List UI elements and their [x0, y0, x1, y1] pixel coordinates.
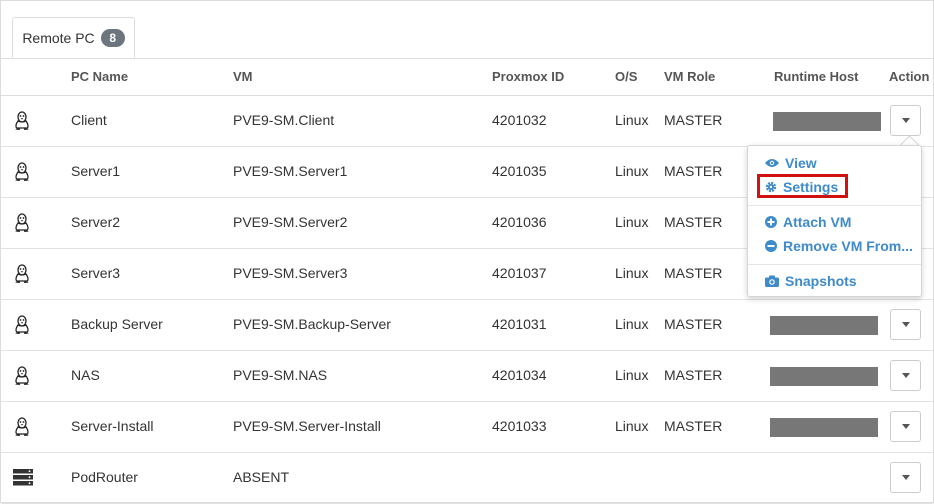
- runtime-host-redacted: [770, 316, 878, 335]
- column-header-pc-name[interactable]: PC Name: [71, 69, 128, 84]
- vm-cell: PVE9-SM.Server-Install: [233, 418, 381, 434]
- table-row[interactable]: NAS PVE9-SM.NAS 4201034 Linux MASTER: [1, 351, 933, 402]
- caret-down-icon: [901, 118, 910, 123]
- table-row[interactable]: Backup Server PVE9-SM.Backup-Server 420103…: [1, 300, 933, 351]
- proxmox-id-cell: 4201037: [492, 265, 547, 281]
- menu-divider: [748, 264, 921, 265]
- linux-penguin-icon: [13, 213, 31, 233]
- action-dropdown-menu: View Settings Attach VM Remove VM From..…: [747, 145, 922, 297]
- os-cell: Linux: [615, 163, 649, 179]
- menu-item-snapshots-label: Snapshots: [785, 273, 857, 289]
- linux-penguin-icon: [13, 417, 31, 437]
- menu-item-remove-vm[interactable]: Remove VM From...: [765, 238, 913, 254]
- minus-circle-icon: [765, 240, 777, 252]
- vm-cell: PVE9-SM.Server2: [233, 214, 348, 230]
- vm-role-cell: MASTER: [664, 316, 723, 332]
- table-row[interactable]: Server-Install PVE9-SM.Server-Install 4201…: [1, 402, 933, 453]
- column-header-vm-role[interactable]: VM Role: [664, 69, 715, 84]
- os-cell: Linux: [615, 367, 649, 383]
- camera-icon: [765, 275, 779, 287]
- proxmox-id-cell: 4201034: [492, 367, 547, 383]
- caret-down-icon: [901, 424, 910, 429]
- tab-count-badge: 8: [100, 28, 125, 47]
- vm-role-cell: MASTER: [664, 214, 723, 230]
- runtime-host-redacted: [773, 112, 881, 131]
- vm-cell: PVE9-SM.Server3: [233, 265, 348, 281]
- proxmox-id-cell: 4201035: [492, 163, 547, 179]
- pc-name-cell: Backup Server: [71, 316, 163, 332]
- vm-cell: ABSENT: [233, 469, 290, 485]
- menu-divider: [748, 205, 921, 206]
- tab-remote-pc[interactable]: Remote PC 8: [12, 17, 135, 58]
- linux-penguin-icon: [13, 111, 31, 131]
- pc-name-cell: Server2: [71, 214, 121, 230]
- menu-item-attach-vm[interactable]: Attach VM: [765, 214, 851, 230]
- server-rack-icon: [13, 468, 33, 488]
- column-header-vm[interactable]: VM: [233, 69, 253, 84]
- vm-role-cell: MASTER: [664, 265, 723, 281]
- menu-item-snapshots[interactable]: Snapshots: [765, 273, 857, 289]
- vm-role-cell: MASTER: [664, 367, 723, 383]
- menu-item-attach-vm-label: Attach VM: [783, 214, 852, 230]
- pc-name-cell: Server3: [71, 265, 121, 281]
- table-header: PC Name VM Proxmox ID O/S VM Role Runtim…: [1, 58, 933, 96]
- os-cell: Linux: [615, 265, 649, 281]
- linux-penguin-icon: [13, 366, 31, 386]
- pc-name-cell: PodRouter: [71, 469, 138, 485]
- vm-cell: PVE9-SM.Backup-Server: [233, 316, 391, 332]
- tab-bar: Remote PC 8: [1, 1, 933, 59]
- pc-name-cell: Server-Install: [71, 418, 154, 434]
- table-row[interactable]: Client PVE9-SM.Client 4201032 Linux MASTER: [1, 96, 933, 147]
- proxmox-id-cell: 4201033: [492, 418, 547, 434]
- pc-name-cell: Client: [71, 112, 107, 128]
- vm-cell: PVE9-SM.Client: [233, 112, 335, 128]
- proxmox-id-cell: 4201032: [492, 112, 547, 128]
- action-dropdown-button[interactable]: [890, 360, 921, 391]
- os-cell: Linux: [615, 418, 649, 434]
- menu-item-remove-vm-label: Remove VM From...: [783, 238, 913, 254]
- linux-penguin-icon: [13, 162, 31, 182]
- remote-pc-panel: Remote PC 8 PC Name VM Proxmox ID O/S VM…: [0, 0, 934, 504]
- plus-circle-icon: [765, 216, 777, 228]
- vm-cell: PVE9-SM.NAS: [233, 367, 328, 383]
- action-dropdown-button[interactable]: [890, 411, 921, 442]
- proxmox-id-cell: 4201031: [492, 316, 547, 332]
- proxmox-id-cell: 4201036: [492, 214, 547, 230]
- tab-remote-pc-label: Remote PC: [22, 29, 95, 46]
- os-cell: Linux: [615, 112, 649, 128]
- table-row[interactable]: PodRouter ABSENT: [1, 453, 933, 504]
- os-cell: Linux: [615, 316, 649, 332]
- os-cell: Linux: [615, 214, 649, 230]
- vm-cell: PVE9-SM.Server1: [233, 163, 348, 179]
- vm-role-cell: MASTER: [664, 112, 723, 128]
- linux-penguin-icon: [13, 315, 31, 335]
- menu-item-view-label: View: [785, 155, 817, 171]
- caret-down-icon: [901, 475, 910, 480]
- eye-icon: [765, 159, 779, 167]
- column-header-action: Action: [889, 69, 930, 84]
- column-header-runtime-host[interactable]: Runtime Host: [774, 69, 859, 84]
- caret-down-icon: [901, 322, 910, 327]
- pc-name-cell: NAS: [71, 367, 100, 383]
- settings-highlight-box: [757, 174, 848, 198]
- caret-down-icon: [901, 373, 910, 378]
- action-dropdown-button[interactable]: [890, 105, 921, 136]
- linux-penguin-icon: [13, 264, 31, 284]
- action-dropdown-button[interactable]: [890, 462, 921, 493]
- column-header-os[interactable]: O/S: [615, 69, 637, 84]
- vm-role-cell: MASTER: [664, 163, 723, 179]
- column-header-proxmox-id[interactable]: Proxmox ID: [492, 69, 564, 84]
- vm-role-cell: MASTER: [664, 418, 723, 434]
- menu-item-view[interactable]: View: [765, 155, 817, 171]
- runtime-host-redacted: [770, 418, 878, 437]
- pc-name-cell: Server1: [71, 163, 121, 179]
- runtime-host-redacted: [770, 367, 878, 386]
- action-dropdown-button[interactable]: [890, 309, 921, 340]
